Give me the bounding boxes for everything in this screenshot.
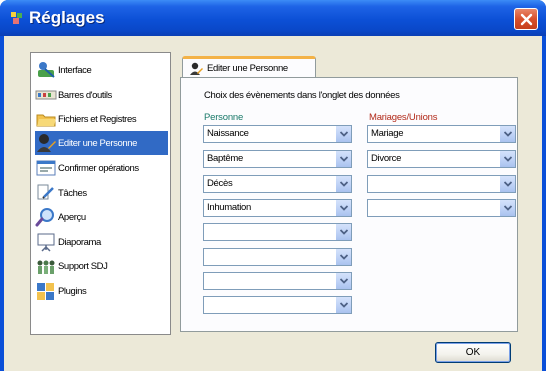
window-client-area: Interface Barres d'outils Fichiers et Re… bbox=[4, 36, 542, 371]
person-event-select[interactable]: Inhumation bbox=[203, 199, 352, 217]
chevron-down-icon bbox=[340, 254, 348, 260]
person-edit-icon bbox=[35, 132, 57, 154]
union-event-select[interactable]: Divorce bbox=[367, 150, 516, 168]
sidebar-item-plugins[interactable]: Plugins bbox=[35, 279, 168, 303]
sidebar-item-label: Support SDJ bbox=[58, 260, 108, 272]
sidebar-item-label: Editer une Personne bbox=[58, 137, 138, 149]
person-event-select[interactable] bbox=[203, 272, 352, 290]
sidebar-item-label: Diaporama bbox=[58, 236, 101, 248]
union-event-select[interactable] bbox=[367, 175, 516, 193]
person-column-header: Personne bbox=[204, 112, 244, 123]
tasks-icon bbox=[35, 182, 57, 204]
sidebar-item-label: Tâches bbox=[58, 187, 87, 199]
interface-icon bbox=[35, 59, 57, 81]
dropdown-button[interactable] bbox=[499, 200, 515, 216]
union-event-select[interactable] bbox=[367, 199, 516, 217]
sidebar-item-label: Interface bbox=[58, 64, 92, 76]
sidebar-item-label: Fichiers et Registres bbox=[58, 113, 137, 125]
slideshow-icon bbox=[35, 231, 57, 253]
sidebar-item-toolbars[interactable]: Barres d'outils bbox=[35, 83, 168, 107]
sidebar-item-label: Plugins bbox=[58, 285, 87, 297]
preview-icon bbox=[35, 206, 57, 228]
window-title: Réglages bbox=[29, 8, 105, 27]
toolbars-icon bbox=[35, 84, 57, 106]
dropdown-button[interactable] bbox=[499, 176, 515, 192]
chevron-down-icon bbox=[340, 205, 348, 211]
chevron-down-icon bbox=[504, 181, 512, 187]
ok-button[interactable]: OK bbox=[435, 342, 511, 363]
chevron-down-icon bbox=[340, 302, 348, 308]
tab-label: Editer une Personne bbox=[207, 63, 288, 74]
sidebar-item-label: Confirmer opérations bbox=[58, 162, 139, 174]
dropdown-button[interactable] bbox=[499, 151, 515, 167]
edit-person-panel: Choix des évènements dans l'onglet des d… bbox=[180, 77, 518, 332]
tab-edit-person[interactable]: Editer une Personne bbox=[182, 56, 316, 78]
dropdown-button[interactable] bbox=[335, 126, 351, 142]
chevron-down-icon bbox=[504, 205, 512, 211]
chevron-down-icon bbox=[340, 156, 348, 162]
person-event-select[interactable]: Baptême bbox=[203, 150, 352, 168]
close-icon bbox=[520, 13, 533, 26]
chevron-down-icon bbox=[340, 229, 348, 235]
dropdown-button[interactable] bbox=[335, 224, 351, 240]
select-value: Divorce bbox=[371, 153, 402, 164]
person-event-select[interactable] bbox=[203, 223, 352, 241]
chevron-down-icon bbox=[340, 181, 348, 187]
select-value: Baptême bbox=[207, 153, 243, 164]
sidebar-item-support-sdj[interactable]: Support SDJ bbox=[35, 254, 168, 278]
support-icon bbox=[35, 255, 57, 277]
sidebar-item-tasks[interactable]: Tâches bbox=[35, 181, 168, 205]
union-event-select[interactable]: Mariage bbox=[367, 125, 516, 143]
person-event-select[interactable]: Naissance bbox=[203, 125, 352, 143]
settings-window: Réglages Interface Barres d'outils Fichi… bbox=[0, 0, 546, 371]
dropdown-button[interactable] bbox=[335, 297, 351, 313]
folder-icon bbox=[35, 108, 57, 130]
dropdown-button[interactable] bbox=[335, 176, 351, 192]
unions-column-header: Mariages/Unions bbox=[369, 112, 438, 123]
settings-nav-list: Interface Barres d'outils Fichiers et Re… bbox=[30, 52, 171, 335]
person-event-select[interactable] bbox=[203, 296, 352, 314]
person-edit-icon bbox=[190, 62, 203, 75]
settings-app-icon bbox=[11, 12, 22, 24]
person-event-select[interactable]: Décès bbox=[203, 175, 352, 193]
sidebar-item-label: Aperçu bbox=[58, 211, 86, 223]
title-bar[interactable]: Réglages bbox=[0, 0, 546, 36]
dropdown-button[interactable] bbox=[335, 249, 351, 265]
select-value: Mariage bbox=[371, 128, 404, 139]
chevron-down-icon bbox=[504, 156, 512, 162]
confirm-icon bbox=[35, 157, 57, 179]
close-button[interactable] bbox=[514, 8, 538, 30]
chevron-down-icon bbox=[340, 278, 348, 284]
plugins-icon bbox=[35, 280, 57, 302]
sidebar-item-interface[interactable]: Interface bbox=[35, 58, 168, 82]
dropdown-button[interactable] bbox=[335, 151, 351, 167]
dropdown-button[interactable] bbox=[335, 273, 351, 289]
sidebar-item-files-registers[interactable]: Fichiers et Registres bbox=[35, 107, 168, 131]
sidebar-item-slideshow[interactable]: Diaporama bbox=[35, 230, 168, 254]
person-event-select[interactable] bbox=[203, 248, 352, 266]
chevron-down-icon bbox=[504, 131, 512, 137]
select-value: Inhumation bbox=[207, 202, 252, 213]
sidebar-item-label: Barres d'outils bbox=[58, 89, 112, 101]
dropdown-button[interactable] bbox=[499, 126, 515, 142]
select-value: Décès bbox=[207, 178, 233, 189]
dropdown-button[interactable] bbox=[335, 200, 351, 216]
chevron-down-icon bbox=[340, 131, 348, 137]
panel-description: Choix des évènements dans l'onglet des d… bbox=[204, 90, 400, 101]
sidebar-item-preview[interactable]: Aperçu bbox=[35, 205, 168, 229]
select-value: Naissance bbox=[207, 128, 249, 139]
sidebar-item-confirm-operations[interactable]: Confirmer opérations bbox=[35, 156, 168, 180]
sidebar-item-edit-person[interactable]: Editer une Personne bbox=[35, 131, 168, 155]
